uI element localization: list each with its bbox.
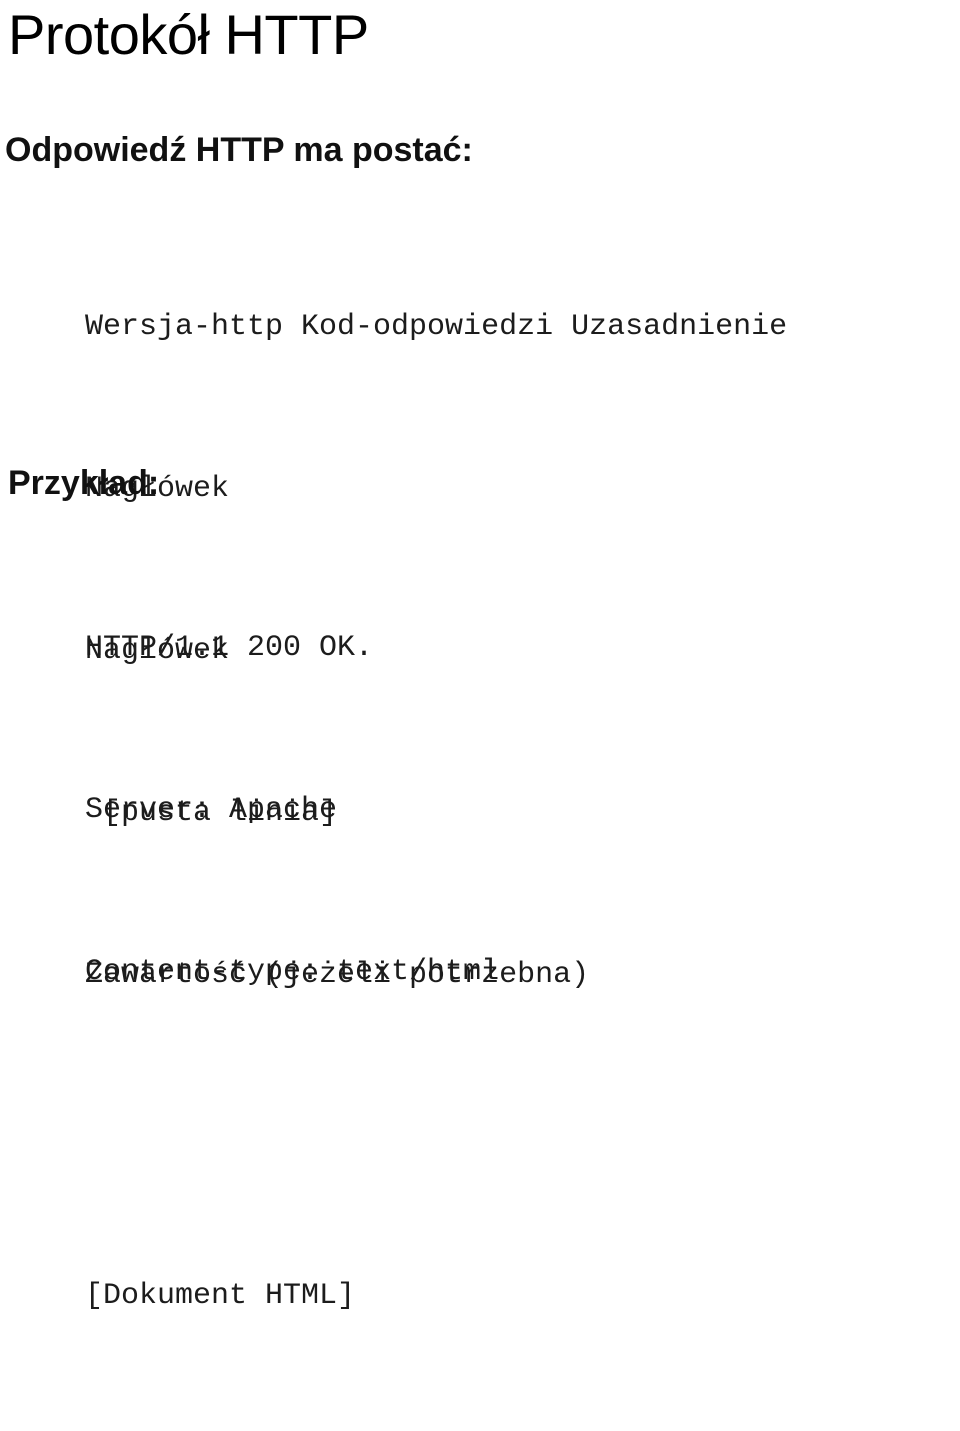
page-title: Protokół HTTP [8,3,369,66]
code-line: HTTP/1.1 200 OK. [85,631,374,665]
code-line: [Dokument HTML] [85,1279,356,1313]
example-code-block: HTTP/1.1 200 OK. Server: Apache Content-… [85,513,499,1431]
example-section-heading: Przykład: [8,464,160,502]
code-line: Server: Apache [85,793,338,827]
response-section-heading: Odpowiedź HTTP ma postać: [5,131,473,169]
code-line: Nagłówek [85,472,230,506]
slide: Protokół HTTP Odpowiedź HTTP ma postać: … [0,0,960,1313]
code-line: Content-type: text/html [85,955,500,989]
code-line: Wersja-http Kod-odpowiedzi Uzasadnienie [85,310,788,344]
